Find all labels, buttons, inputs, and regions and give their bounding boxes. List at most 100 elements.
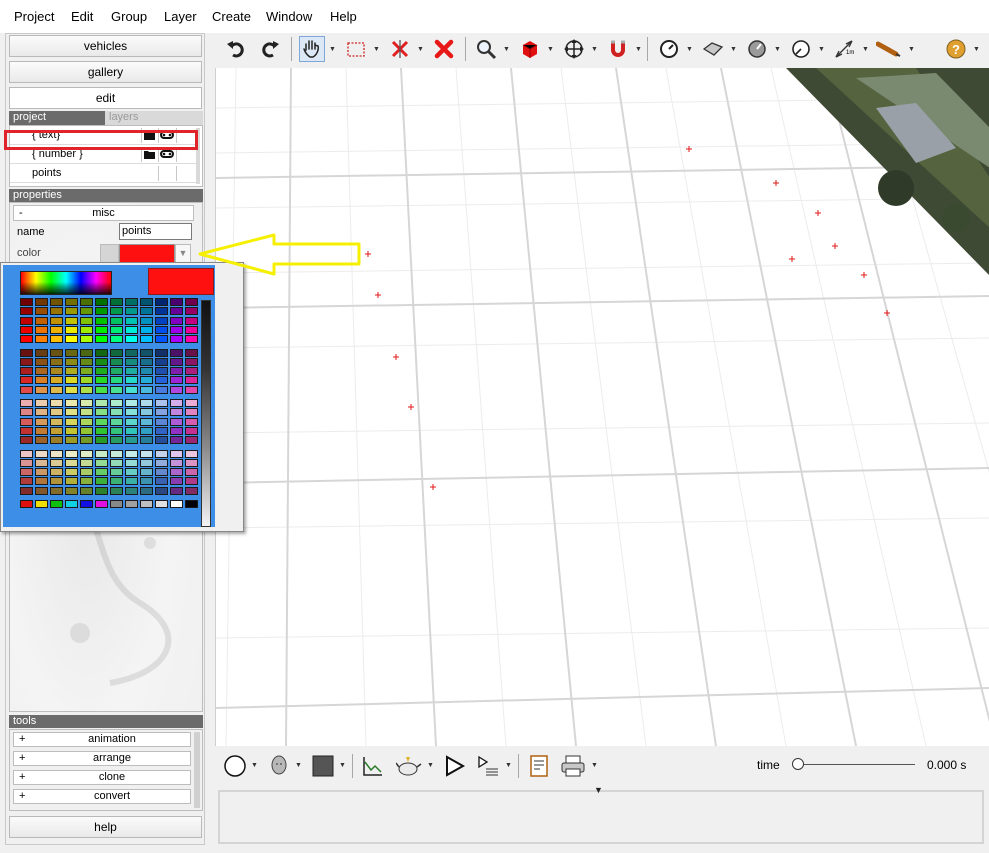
color-swatch-cell[interactable] — [185, 458, 198, 467]
tool-arrange[interactable]: + arrange — [13, 751, 191, 766]
chevron-down-icon[interactable]: ▼ — [329, 46, 336, 53]
color-swatch-cell[interactable] — [140, 436, 153, 445]
color-swatch-cell[interactable] — [140, 468, 153, 477]
color-swatch-cell[interactable] — [110, 376, 123, 385]
color-swatch-cell[interactable] — [125, 477, 138, 486]
color-swatch-cell[interactable] — [20, 367, 33, 376]
chevron-down-icon[interactable]: ▼ — [505, 762, 512, 769]
color-swatch-cell[interactable] — [35, 458, 48, 467]
color-swatch-cell[interactable] — [95, 325, 108, 334]
color-swatch-cell[interactable] — [35, 298, 48, 306]
color-swatch-cell[interactable] — [80, 477, 93, 486]
chevron-down-icon[interactable]: ▼ — [339, 762, 346, 769]
color-swatch-cell[interactable] — [35, 357, 48, 366]
color-swatch-cell[interactable] — [20, 449, 33, 458]
color-swatch-cell[interactable] — [110, 486, 123, 495]
color-swatch-cell[interactable] — [140, 500, 153, 508]
color-swatch-cell[interactable] — [125, 458, 138, 467]
color-swatch-cell[interactable] — [155, 399, 168, 407]
color-swatch-cell[interactable] — [50, 408, 63, 417]
color-swatch-cell[interactable] — [170, 477, 183, 486]
color-swatch-cell[interactable] — [125, 449, 138, 458]
color-swatch-cell[interactable] — [20, 417, 33, 426]
color-swatch-cell[interactable] — [95, 376, 108, 385]
color-swatch-cell[interactable] — [65, 335, 78, 344]
color-swatch-cell[interactable] — [35, 399, 48, 407]
color-swatch-cell[interactable] — [80, 436, 93, 445]
color-swatch-cell[interactable] — [125, 468, 138, 477]
move-icon[interactable] — [561, 36, 587, 62]
chevron-down-icon[interactable]: ▼ — [503, 46, 510, 53]
color-swatch-cell[interactable] — [185, 367, 198, 376]
color-swatch-cell[interactable] — [65, 316, 78, 325]
color-swatch-cell[interactable] — [110, 348, 123, 357]
color-swatch-cell[interactable] — [35, 408, 48, 417]
color-swatch-cell[interactable] — [65, 399, 78, 407]
color-swatch-cell[interactable] — [95, 408, 108, 417]
color-swatch-cell[interactable] — [170, 399, 183, 407]
color-swatch-cell[interactable] — [20, 348, 33, 357]
color-swatch-cell[interactable] — [185, 500, 198, 508]
menu-layer[interactable]: Layer — [164, 9, 197, 24]
compass-icon[interactable] — [788, 36, 814, 62]
color-swatch-cell[interactable] — [80, 376, 93, 385]
color-swatch-cell[interactable] — [170, 307, 183, 316]
report-icon[interactable] — [525, 752, 553, 780]
chevron-down-icon[interactable]: ▼ — [591, 46, 598, 53]
undo-icon[interactable] — [223, 36, 249, 62]
chevron-down-icon[interactable]: ▼ — [730, 46, 737, 53]
gauge-icon[interactable] — [656, 36, 682, 62]
color-swatch-cell[interactable] — [185, 376, 198, 385]
color-swatch-cell[interactable] — [170, 376, 183, 385]
color-swatch-cell[interactable] — [140, 325, 153, 334]
color-swatch-cell[interactable] — [125, 316, 138, 325]
color-swatch-cell[interactable] — [170, 449, 183, 458]
color-swatch-cell[interactable] — [65, 367, 78, 376]
color-swatch-cell[interactable] — [185, 399, 198, 407]
color-swatch-cell[interactable] — [95, 449, 108, 458]
cube-icon[interactable] — [517, 36, 543, 62]
color-swatch-cell[interactable] — [185, 426, 198, 435]
color-swatch-cell[interactable] — [110, 408, 123, 417]
collapse-arrow-icon[interactable]: ▼ — [594, 785, 603, 795]
color-swatch-cell[interactable] — [170, 335, 183, 344]
color-swatch-cell[interactable] — [110, 477, 123, 486]
color-swatch-cell[interactable] — [65, 298, 78, 306]
color-swatch-cell[interactable] — [170, 468, 183, 477]
color-swatch-cell[interactable] — [65, 417, 78, 426]
color-swatch-cell[interactable] — [35, 449, 48, 458]
color-swatch-cell[interactable] — [170, 325, 183, 334]
color-swatch-cell[interactable] — [170, 426, 183, 435]
color-swatch-cell[interactable] — [110, 357, 123, 366]
color-swatch-cell[interactable] — [95, 458, 108, 467]
color-swatch-cell[interactable] — [95, 348, 108, 357]
color-swatch-cell[interactable] — [95, 316, 108, 325]
color-swatch-cell[interactable] — [140, 385, 153, 394]
chevron-down-icon[interactable]: ▼ — [635, 46, 642, 53]
circle-tool-icon[interactable] — [221, 752, 249, 780]
color-swatch-cell[interactable] — [125, 385, 138, 394]
color-swatch-cell[interactable] — [170, 316, 183, 325]
color-swatch-cell[interactable] — [140, 399, 153, 407]
color-swatch-cell[interactable] — [110, 417, 123, 426]
color-swatch-cell[interactable] — [35, 348, 48, 357]
pen-icon[interactable] — [876, 36, 902, 62]
tab-project[interactable]: project — [9, 111, 105, 125]
chevron-down-icon[interactable]: ▼ — [417, 46, 424, 53]
color-swatch-cell[interactable] — [50, 399, 63, 407]
color-swatch-cell[interactable] — [80, 500, 93, 508]
color-swatch-cell[interactable] — [35, 335, 48, 344]
color-swatch-cell[interactable] — [140, 458, 153, 467]
output-panel[interactable] — [218, 790, 984, 844]
color-swatch-cell[interactable] — [155, 449, 168, 458]
dial-icon[interactable] — [744, 36, 770, 62]
color-swatch-cell[interactable] — [125, 357, 138, 366]
color-swatch-cell[interactable] — [125, 408, 138, 417]
expand-toggle[interactable]: + — [19, 790, 25, 803]
color-swatch-cell[interactable] — [185, 385, 198, 394]
color-swatch-cell[interactable] — [95, 477, 108, 486]
color-swatch-cell[interactable] — [95, 357, 108, 366]
select-rect-icon[interactable] — [343, 36, 369, 62]
color-swatch-cell[interactable] — [20, 399, 33, 407]
color-swatch-cell[interactable] — [125, 376, 138, 385]
